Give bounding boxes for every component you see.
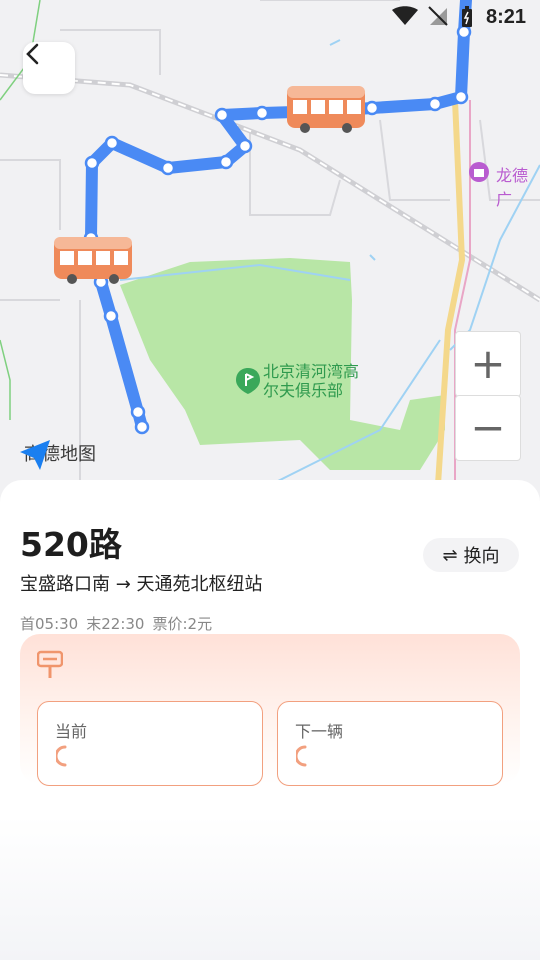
bus-stop-sign-icon [36, 650, 64, 684]
chevron-left-icon [26, 43, 39, 65]
current-bus-label: 当前 [55, 722, 88, 741]
shop-poi-icon [469, 162, 489, 182]
switch-direction-button[interactable]: ⇌ 换向 [423, 538, 519, 572]
bus-icon [54, 237, 132, 284]
route-schedule: 首05:30 末22:30 票价:2元 [20, 613, 220, 634]
bus-icon [287, 86, 365, 133]
plus-icon: + [470, 339, 506, 388]
golf-club-label: 北京清河湾高 尔夫俱乐部 [263, 362, 359, 400]
golf-label-line1: 北京清河湾高 [263, 362, 360, 381]
route-name: 520路 [20, 525, 122, 564]
amap-logo-icon [20, 440, 50, 470]
minus-icon: − [470, 403, 506, 452]
status-bar: 8:21 [0, 0, 540, 36]
zoom-in-button[interactable]: + [455, 331, 521, 397]
last-bus-time: 末22:30 [86, 615, 145, 633]
next-bus-label: 下一辆 [295, 722, 344, 741]
map-logo: 高德地图 [20, 440, 96, 470]
switch-icon: ⇌ [442, 544, 458, 566]
current-bus-box[interactable]: 当前 [37, 701, 263, 786]
first-bus-time: 首05:30 [20, 615, 79, 633]
golf-label-line2: 尔夫俱乐部 [263, 381, 344, 400]
fare-label: 票价:2元 [152, 615, 213, 633]
switch-direction-label: 换向 [463, 546, 500, 567]
zoom-out-button[interactable]: − [455, 395, 521, 461]
loading-spinner-icon [294, 745, 310, 771]
next-bus-box[interactable]: 下一辆 [277, 701, 503, 786]
loading-spinner-icon [54, 745, 70, 771]
status-time: 8:21 [485, 6, 526, 28]
poi-label-right: 龙德广 [496, 166, 529, 209]
map-view[interactable]: 8:21 + − 北京清河湾高 尔夫俱乐部 龙德广 高德地图 [0, 0, 540, 500]
route-direction: 宝盛路口南 → 天通苑北枢纽站 [20, 574, 263, 595]
back-button[interactable] [23, 42, 75, 94]
